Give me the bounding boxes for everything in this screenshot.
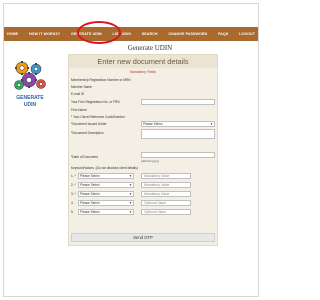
keyword-type-select[interactable]: Please Select ▼ <box>78 191 134 197</box>
keyword-type-value: Please Select <box>80 192 100 196</box>
generate-udin-logo: GENERATE UDIN <box>11 58 49 116</box>
top-navbar: HOME HOW IT WORKS? GENERATE UDIN LIST UD… <box>4 27 258 41</box>
label-doc-description: *Document Description <box>71 131 104 135</box>
nav-search[interactable]: SEARCH <box>142 32 158 36</box>
date-format-hint: (dd/mm/yyyy) <box>141 159 159 163</box>
keyword-value-input[interactable]: Mandatory Value <box>141 191 191 197</box>
label-firm-name: Firm Name <box>71 108 87 112</box>
label-doc-issued-under: *Document Issued Under <box>71 122 107 126</box>
nav-faqs[interactable]: FAQS <box>218 32 228 36</box>
keyword-type-select[interactable]: Please Select ▼ <box>78 173 134 179</box>
chevron-down-icon: ▼ <box>210 122 213 126</box>
keyword-value-input[interactable]: Mandatory Value <box>141 173 191 179</box>
label-member-name: Member Name <box>71 85 93 89</box>
page-title: Generate UDIN <box>127 44 173 52</box>
logo-text-line1: GENERATE <box>16 95 44 101</box>
form-header: Enter new document details <box>69 55 217 68</box>
keyword-number: 4. <box>71 201 74 205</box>
mandatory-fields-note: Mandatory Fields <box>129 70 156 74</box>
chevron-down-icon: ▼ <box>129 192 132 196</box>
chevron-down-icon: ▼ <box>129 174 132 178</box>
doc-issued-under-select[interactable]: Please Select ▼ <box>141 121 215 127</box>
chevron-down-icon: ▼ <box>129 183 132 187</box>
keyword-type-value: Please Select <box>80 210 100 214</box>
gears-icon: GENERATE UDIN <box>14 61 46 108</box>
chevron-down-icon: ▼ <box>129 201 132 205</box>
nav-logout[interactable]: LOGOUT <box>239 32 255 36</box>
keyword-type-value: Please Select <box>80 174 100 178</box>
label-email: E-mail ID <box>71 92 85 96</box>
keyword-number: 5. <box>71 210 74 214</box>
nav-how-it-works[interactable]: HOW IT WORKS? <box>29 32 60 36</box>
firm-reg-input[interactable] <box>141 99 215 105</box>
document-details-form: Enter new document details Mandatory Fie… <box>68 54 218 246</box>
label-membership-reg: Membership Registration Number or MRN <box>71 78 131 82</box>
keyword-type-select[interactable]: Please Select ▼ <box>78 200 134 206</box>
date-of-document-input[interactable] <box>141 152 215 158</box>
keyword-value-input[interactable]: Optional Value <box>141 200 191 206</box>
keyword-value-input[interactable]: Mandatory Value <box>141 182 191 188</box>
doc-issued-under-value: Please Select <box>143 122 163 126</box>
keyword-type-value: Please Select <box>80 201 100 205</box>
nav-change-password[interactable]: CHANGE PASSWORD <box>168 32 207 36</box>
logo-text-line2: UDIN <box>24 102 37 108</box>
label-firm-reg: Your Firm Registration No. or FRN <box>71 100 120 104</box>
doc-description-input[interactable] <box>141 129 215 139</box>
send-otp-button[interactable]: Send OTP <box>71 233 215 242</box>
keyword-type-select[interactable]: Please Select ▼ <box>78 209 134 215</box>
label-date-of-document: *Date of Document <box>71 155 98 159</box>
keyword-value-input[interactable]: Optional Value <box>141 209 191 215</box>
highlight-circle-annotation <box>77 21 121 44</box>
keyword-type-value: Please Select <box>80 183 100 187</box>
keyword-number: 3. * <box>71 192 76 196</box>
label-keyword-values: Keyword/Values: (Do not disclose client … <box>71 166 138 170</box>
keyword-type-select[interactable]: Please Select ▼ <box>78 182 134 188</box>
nav-home[interactable]: HOME <box>7 32 18 36</box>
label-client-ref: * Your Client Reference Code/Number <box>71 115 125 119</box>
keyword-number: 1. * <box>71 174 76 178</box>
keyword-number: 2. * <box>71 183 76 187</box>
chevron-down-icon: ▼ <box>129 210 132 214</box>
